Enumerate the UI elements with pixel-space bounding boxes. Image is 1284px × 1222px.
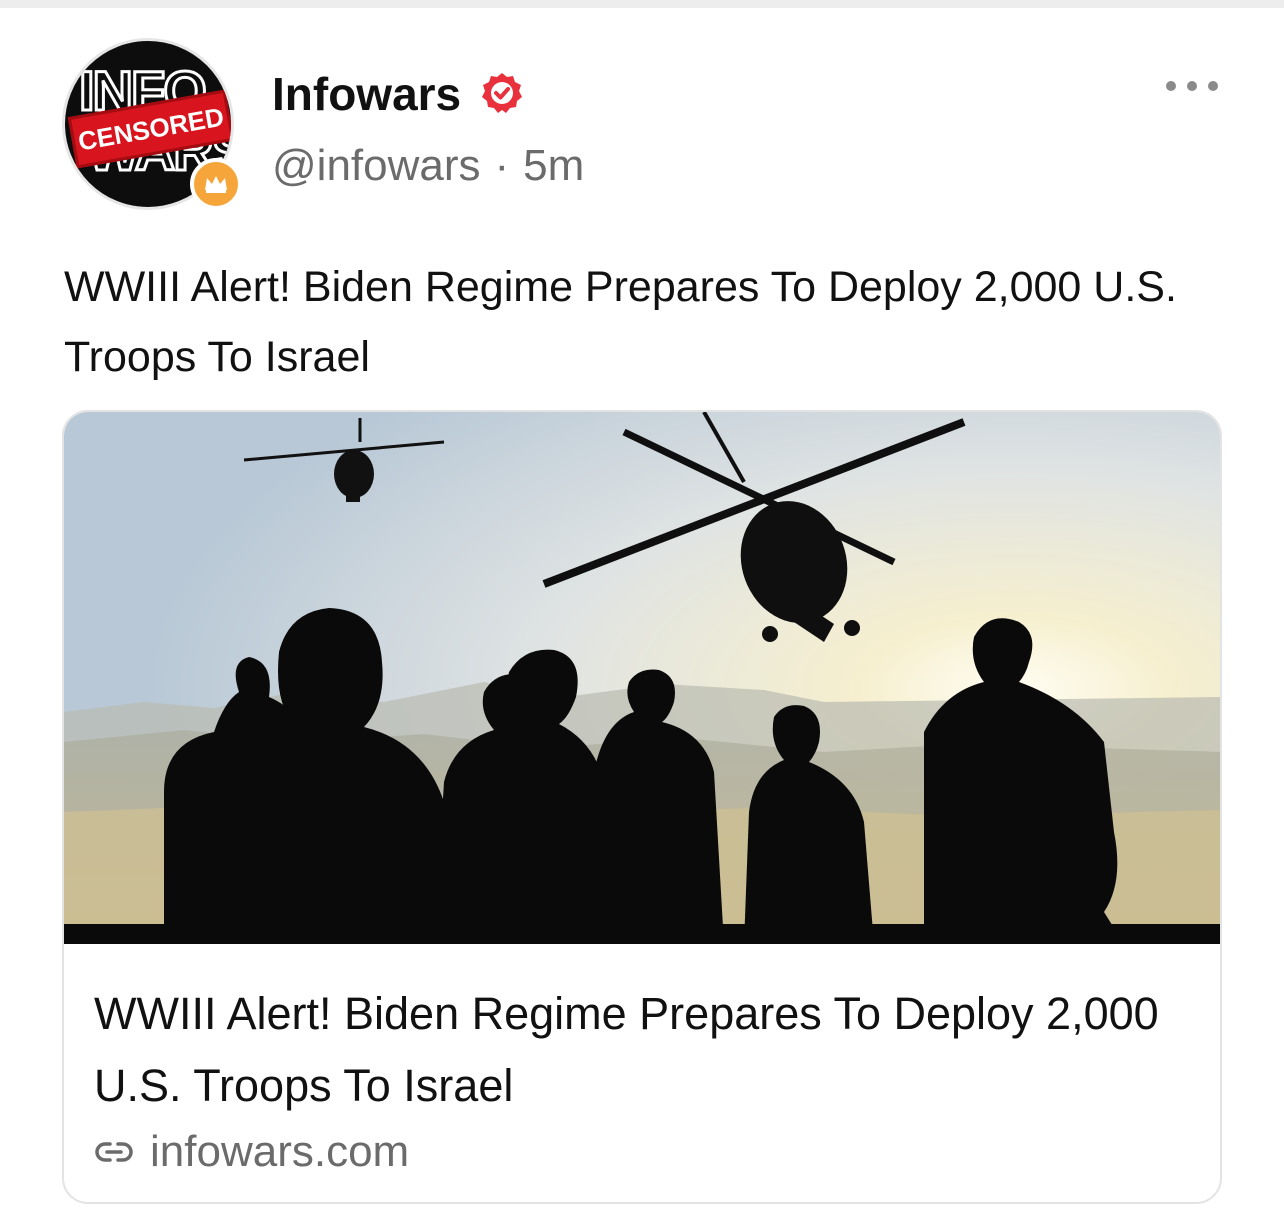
link-card[interactable]: WWIII Alert! Biden Regime Prepares To De… bbox=[62, 410, 1222, 1204]
author-handle[interactable]: @infowars bbox=[272, 138, 481, 194]
article-image bbox=[64, 412, 1220, 944]
avatar-container[interactable]: INFO WARS CENSORED bbox=[62, 38, 242, 218]
author-display-name[interactable]: Infowars bbox=[272, 66, 461, 122]
top-divider bbox=[0, 0, 1284, 8]
post-timestamp[interactable]: 5m bbox=[523, 138, 584, 194]
author-name-row: Infowars bbox=[272, 66, 525, 122]
crown-icon bbox=[190, 158, 242, 210]
link-card-title[interactable]: WWIII Alert! Biden Regime Prepares To De… bbox=[94, 978, 1194, 1122]
link-icon bbox=[95, 1142, 133, 1162]
post[interactable]: INFO WARS CENSORED Infowars @infowars · … bbox=[0, 8, 1284, 1222]
link-card-domain: infowars.com bbox=[150, 1127, 410, 1176]
meta-separator: · bbox=[494, 141, 510, 190]
verified-badge-icon bbox=[482, 73, 523, 113]
post-text: WWIII Alert! Biden Regime Prepares To De… bbox=[64, 263, 1177, 381]
author-meta: @infowars · 5m bbox=[272, 138, 584, 194]
more-horizontal-icon[interactable] bbox=[1166, 76, 1218, 96]
link-card-domain-row[interactable]: infowars.com bbox=[94, 1124, 409, 1180]
